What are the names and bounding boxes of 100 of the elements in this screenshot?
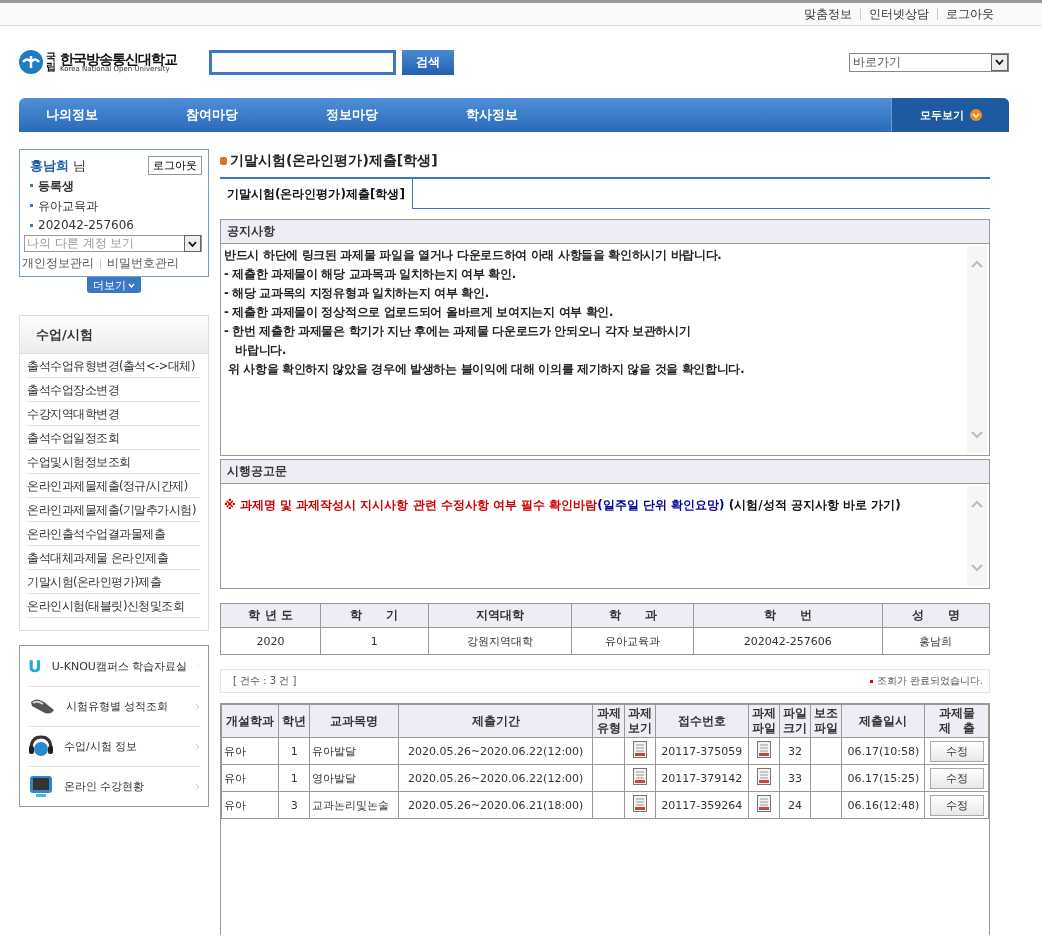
nav-item[interactable]: 학사정보 <box>439 106 579 124</box>
table-cell: 33 <box>779 764 811 792</box>
menu-item[interactable]: 온라인시험(태블릿)신청및조회 <box>27 594 200 618</box>
nav-item[interactable]: 나의정보 <box>19 106 159 124</box>
table-cell: 유아 <box>221 791 279 819</box>
chevron-right-icon <box>195 742 200 751</box>
document-icon[interactable] <box>632 795 647 812</box>
notice-text: 반드시 하단에 링크된 과제물 파일을 열거나 다운로드하여 아래 사항들을 확인하시기 바랍니다. - 제출한 과제물이 해당 교과목과 일치하는지 여부 확인. - 해당 교과목의 지정유형과 일치하는지 여부 확인. - 제출한 과제물이 정상적으로 업로드되어 올바르게 보여지는지 여부 확인. - 한번 제출한 과제물은 학기가 지난 후에는 과제물 다운로드가 안되오니 각자 보관하시기 바랍니다. 위 사항을 확인하지 않았을 경우에 발생하는 불이익에 대해 이의를 제기하지 않을 것을 확인합니다. <box>224 247 746 378</box>
menu-item[interactable]: 온라인출석수업결과물제출 <box>27 522 200 546</box>
quick-link[interactable]: 수업/시험 정보 <box>28 726 200 766</box>
menu-item[interactable]: 수업및시험정보조회 <box>27 450 200 474</box>
status-message: 조회가 완료되었습니다. <box>876 674 983 688</box>
password-link[interactable]: 비밀번호관리 <box>107 255 179 272</box>
user-status: 등록생 <box>30 178 202 195</box>
profile-link[interactable]: 개인정보관리 <box>22 255 94 272</box>
table-cell: 20117-359264 <box>655 791 749 819</box>
column-header: 제출일시 <box>842 704 925 738</box>
result-count: [ 건수 : 3 건 ] <box>233 674 297 688</box>
exam-notice-text: ※ 과제명 및 과제작성시 지시사항 관련 수정사항 여부 필수 확인바람(일주일 단위 확인요망) (시험/성적 공지사항 바로 가기) <box>224 497 902 514</box>
menu-item[interactable]: 출석수업장소변경 <box>27 378 200 402</box>
table-cell: 홍남희 <box>882 627 990 655</box>
column-header: 과제 파일 <box>748 704 780 738</box>
column-header: 과제물 제 출 <box>924 704 989 738</box>
table-cell: 교과논리및논술 <box>309 791 399 819</box>
search-field[interactable] <box>209 49 396 75</box>
edit-button[interactable]: 수정 <box>929 794 984 816</box>
column-header: 지역대학 <box>428 603 572 628</box>
more-button[interactable]: 더보기 <box>87 277 141 293</box>
nav-item[interactable]: 참여마당 <box>159 106 299 124</box>
menu-item[interactable]: 출석수업유형변경(출석<->대체) <box>27 354 200 378</box>
table-cell: 유아 <box>221 737 279 765</box>
chevron-right-icon <box>195 702 200 711</box>
menu-item[interactable]: 출석수업일정조회 <box>27 426 200 450</box>
column-header: 교과목명 <box>309 704 399 738</box>
monitor-icon <box>28 774 54 799</box>
tab[interactable]: 기말시험(온라인평가)제출[학생] <box>220 179 413 209</box>
user-name: 홍남희 님 <box>30 156 87 175</box>
logo-text: 한국방송통신대학교 <box>60 51 177 66</box>
chevron-right-icon <box>195 782 200 791</box>
top-link[interactable]: 로그아웃 <box>937 8 1002 20</box>
column-header: 접수번호 <box>655 704 749 738</box>
document-icon[interactable] <box>632 768 647 785</box>
table-cell: 2020.05.26~2020.06.21(18:00) <box>398 791 593 819</box>
column-header: 학 번 <box>693 603 882 628</box>
column-header: 학 과 <box>571 603 694 628</box>
column-header: 과제 유형 <box>592 704 625 738</box>
column-header: 개설학과 <box>221 704 279 738</box>
bullet-icon <box>220 157 227 165</box>
shortcut-select[interactable]: 바로가기 <box>849 52 1009 72</box>
chevron-down-icon <box>128 282 135 288</box>
table-cell: 20117-375059 <box>655 737 749 765</box>
caret-icon <box>995 59 1004 65</box>
table-cell: 1 <box>320 627 428 655</box>
table-cell: 3 <box>278 791 310 819</box>
menu-item[interactable]: 온라인과제물제출(정규/시간제) <box>27 474 200 498</box>
table-cell: 2020.05.26~2020.06.22(12:00) <box>398 737 593 765</box>
column-header: 학 기 <box>320 603 428 628</box>
document-icon[interactable] <box>756 795 771 812</box>
table-cell: 1 <box>278 737 310 765</box>
quick-link[interactable]: U-KNOU캠퍼스 학습자료실 <box>28 646 200 686</box>
menu-item[interactable]: 온라인과제물제출(기말추가시험) <box>27 498 200 522</box>
table-cell: 유아 <box>221 764 279 792</box>
panel-title: 시행공고문 <box>221 460 989 484</box>
column-header: 성 명 <box>882 603 990 628</box>
quick-link[interactable]: 온라인 수강현황 <box>28 766 200 806</box>
top-link[interactable]: 인터넷상담 <box>860 8 937 20</box>
table-cell: 유아발달 <box>309 737 399 765</box>
logout-button[interactable]: 로그아웃 <box>148 156 202 175</box>
column-header: 학 년 도 <box>220 603 321 628</box>
headset-icon <box>28 734 54 759</box>
show-all-button[interactable]: 모두보기 <box>891 98 1009 132</box>
panel-title: 공지사항 <box>221 220 989 244</box>
table-cell: 32 <box>779 737 811 765</box>
column-header: 파일 크기 <box>779 704 811 738</box>
column-header: 보조 파일 <box>810 704 842 738</box>
edit-button[interactable]: 수정 <box>929 767 984 789</box>
table-cell: 2020 <box>220 627 321 655</box>
document-icon[interactable] <box>632 741 647 758</box>
edit-button[interactable]: 수정 <box>929 740 984 762</box>
document-icon[interactable] <box>756 741 771 758</box>
menu-item[interactable]: 출석대체과제물 온라인제출 <box>27 546 200 570</box>
table-cell: 06.17(10:58) <box>842 737 925 765</box>
table-cell: 20117-379142 <box>655 764 749 792</box>
table-cell: 24 <box>779 791 811 819</box>
table-cell: 1 <box>278 764 310 792</box>
menu-item[interactable]: 수강지역대학변경 <box>27 402 200 426</box>
nav-item[interactable]: 정보마당 <box>299 106 439 124</box>
university-logo-icon <box>19 50 43 74</box>
logo-text: 국립 <box>46 52 57 72</box>
chevron-down-icon <box>969 109 982 121</box>
caret-icon <box>188 240 197 247</box>
quick-link[interactable]: 시험유형별 성적조회 <box>28 686 200 726</box>
table-cell: 영아발달 <box>309 764 399 792</box>
top-link[interactable]: 맞춤정보 <box>796 8 860 20</box>
table-cell: 06.16(12:48) <box>842 791 925 819</box>
document-icon[interactable] <box>756 768 771 785</box>
table-cell: 2020.05.26~2020.06.22(12:00) <box>398 764 593 792</box>
table-cell: 유아교육과 <box>571 627 694 655</box>
menu-item[interactable]: 기말시험(온라인평가)제출 <box>27 570 200 594</box>
search-button[interactable]: 검색 <box>402 49 454 75</box>
